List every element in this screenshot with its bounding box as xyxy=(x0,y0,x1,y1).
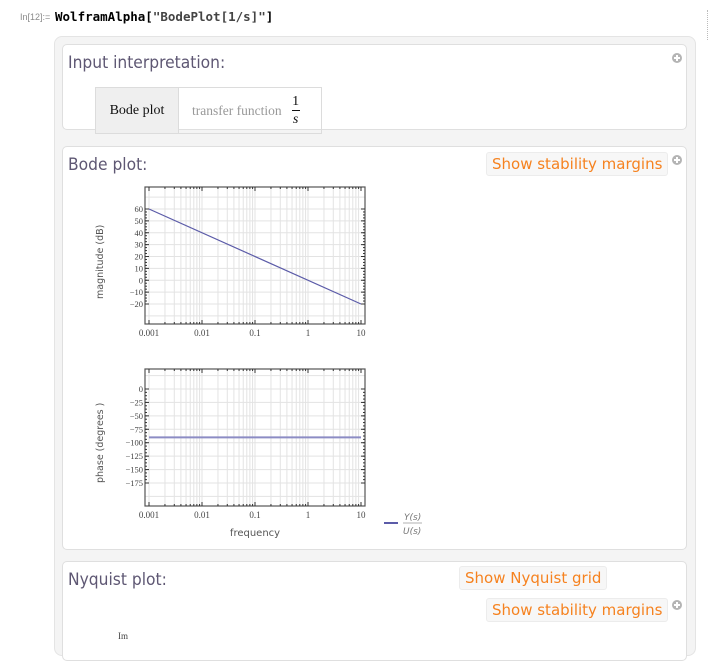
y-tick-label: −25 xyxy=(130,397,143,407)
y-tick-label: 0 xyxy=(139,384,143,394)
y-tick-label: −75 xyxy=(130,424,143,434)
y-tick-label: −175 xyxy=(125,478,143,488)
x-tick-label: 0.001 xyxy=(139,510,159,520)
legend-numerator: Y(s) xyxy=(404,513,421,523)
y-tick-label: −125 xyxy=(125,451,143,461)
x-tick-label: 0.01 xyxy=(194,510,210,520)
y-tick-label: −20 xyxy=(130,299,143,309)
y-tick-label: 50 xyxy=(135,216,144,226)
pod-nyquist-plot: Nyquist plot: Show Nyquist grid Show sta… xyxy=(62,561,687,661)
expand-plus-icon[interactable] xyxy=(672,600,682,610)
x-tick-label: 0.001 xyxy=(139,328,159,338)
y-tick-label: −150 xyxy=(125,465,143,475)
y-tick-label: 40 xyxy=(135,228,144,238)
legend-denominator: U(s) xyxy=(403,527,421,537)
frequency-axis-label: frequency xyxy=(230,528,280,539)
x-tick-label: 0.01 xyxy=(194,328,210,338)
x-tick-label: 1 xyxy=(306,510,311,520)
magnitude-grid: 0.001 0.01 0.1 1 106050403020100−10−20 xyxy=(130,186,367,338)
x-tick-label: 10 xyxy=(357,510,367,520)
show-stability-margins-button[interactable]: Show stability margins xyxy=(486,598,669,622)
bode-plot-chart: 0.001 0.01 0.1 1 106050403020100−10−20 0.001… xyxy=(95,186,422,539)
x-tick-label: 10 xyxy=(357,328,367,338)
x-tick-label: 1 xyxy=(306,328,311,338)
y-tick-label: 60 xyxy=(135,204,144,214)
imaginary-axis-label: Im xyxy=(118,631,128,641)
y-tick-label: −50 xyxy=(130,411,143,421)
x-tick-label: 0.1 xyxy=(249,328,260,338)
y-tick-label: 20 xyxy=(135,252,144,262)
magnitude-axis-label: magnitude (dB) xyxy=(95,225,106,299)
x-tick-label: 0.1 xyxy=(249,510,260,520)
y-tick-label: −100 xyxy=(125,438,143,448)
pod-title: Nyquist plot: xyxy=(68,570,167,589)
y-tick-label: 10 xyxy=(135,263,144,273)
show-nyquist-grid-button[interactable]: Show Nyquist grid xyxy=(459,566,608,590)
y-tick-label: −10 xyxy=(130,287,143,297)
y-tick-label: 0 xyxy=(139,275,143,285)
phase-axis-label: phase (degrees ) xyxy=(95,403,106,483)
y-tick-label: 30 xyxy=(135,240,144,250)
phase-grid: 0.001 0.01 0.1 1 10 0 −25 −50 −75 −100 −125 −150 −17… xyxy=(125,368,367,520)
